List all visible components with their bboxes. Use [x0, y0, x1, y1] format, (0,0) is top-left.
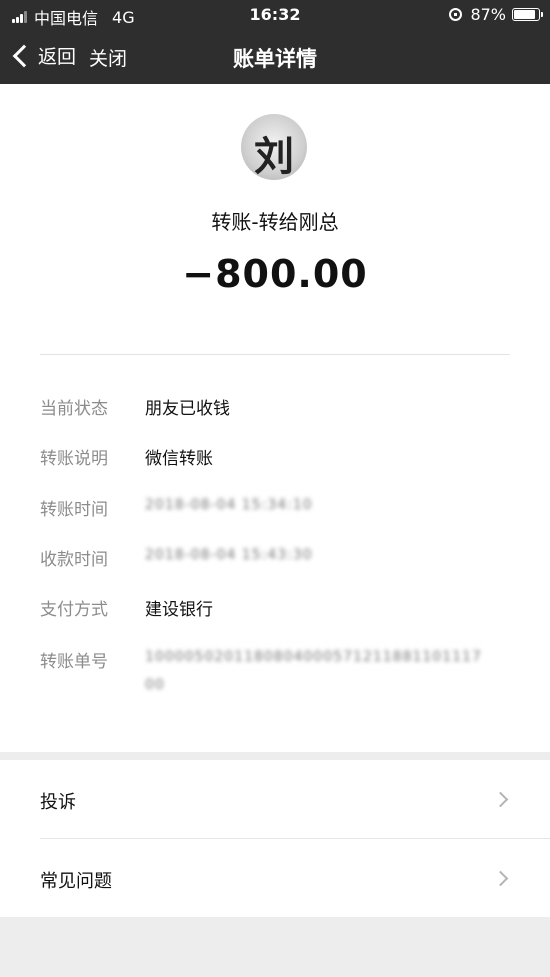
complaint-label: 投诉	[40, 792, 76, 813]
chevron-right-icon	[492, 870, 509, 887]
status-bar: 中国电信 4G 16:32 87%	[0, 0, 550, 30]
faq-item[interactable]: 常见问题	[0, 839, 550, 917]
battery-icon	[512, 8, 543, 21]
note-value: 微信转账	[145, 449, 213, 469]
payee-title: 转账-转给刚总	[211, 210, 339, 234]
status-value: 朋友已收钱	[145, 399, 230, 419]
receive-time-label: 收款时间	[40, 550, 108, 570]
order-number-value: 1000050201180804000571211881101117	[145, 649, 482, 665]
payment-method-label: 支付方式	[40, 600, 108, 620]
order-number-label: 转账单号	[40, 652, 108, 672]
screen: 中国电信 4G 16:32 87% 返回 关闭 账单详情 刘 转账-转给刚总 −…	[0, 0, 550, 977]
status-label: 当前状态	[40, 399, 108, 419]
complaint-item[interactable]: 投诉	[0, 760, 550, 839]
avatar-glyph: 刘	[254, 133, 294, 180]
chevron-right-icon	[492, 791, 509, 808]
faq-label: 常见问题	[40, 871, 112, 892]
avatar[interactable]: 刘	[241, 114, 307, 180]
payment-method-value: 建设银行	[145, 600, 213, 620]
status-right: 87%	[449, 5, 543, 24]
receive-time-value: 2018-08-04 15:43:30	[145, 547, 313, 563]
menu: 投诉 常见问题	[0, 760, 550, 917]
note-label: 转账说明	[40, 449, 108, 469]
nav-bar: 返回 关闭 账单详情	[0, 30, 550, 84]
transfer-time-label: 转账时间	[40, 500, 108, 520]
order-number-value-line2: 00	[145, 677, 165, 693]
transfer-time-value: 2018-08-04 15:34:10	[145, 497, 313, 513]
bill-detail-card: 刘 转账-转给刚总 −800.00 当前状态 朋友已收钱 转账说明 微信转账 转…	[0, 84, 550, 752]
divider	[40, 354, 510, 355]
battery-percent: 87%	[470, 5, 506, 24]
page-title: 账单详情	[233, 47, 317, 71]
amount: −800.00	[182, 252, 368, 296]
rotation-lock-icon	[449, 8, 463, 21]
